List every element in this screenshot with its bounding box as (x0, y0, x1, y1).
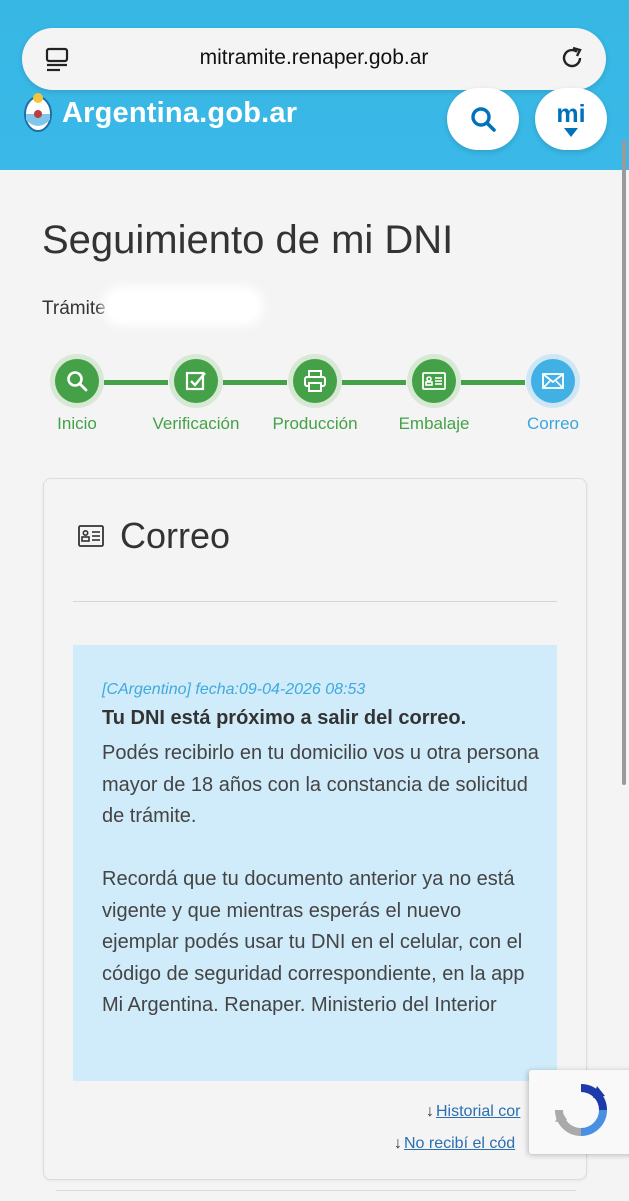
mail-icon (542, 373, 564, 389)
reload-icon[interactable] (558, 44, 586, 72)
no-recibi-link-text[interactable]: No recibí el cód (404, 1135, 515, 1152)
recaptcha-icon (555, 1084, 607, 1136)
browser-url-bar[interactable]: mitramite.renaper.gob.ar (22, 28, 606, 90)
id-card-icon (78, 525, 104, 547)
step-label: Embalaje (398, 414, 470, 433)
historial-link-text[interactable]: Historial cor (436, 1103, 520, 1120)
card-title: Correo (120, 515, 231, 556)
card-header: Correo (78, 515, 230, 557)
step-produccion: Producción (260, 354, 370, 434)
historial-link[interactable]: ↓ Historial cor (426, 1103, 520, 1121)
step-label: Inicio (57, 414, 97, 433)
search-button[interactable] (447, 88, 519, 150)
mi-label: mi (556, 100, 586, 128)
divider (73, 601, 557, 602)
step-label: Producción (272, 414, 358, 433)
tabs-icon[interactable] (44, 46, 70, 72)
coat-of-arms-icon (24, 93, 52, 132)
checkbox-icon (185, 371, 206, 391)
no-recibi-link[interactable]: ↓ No recibí el cód (394, 1135, 515, 1153)
caret-down-icon (564, 128, 578, 137)
id-card-icon (422, 372, 446, 390)
mi-argentina-button[interactable]: mi (535, 88, 607, 150)
printer-icon (304, 370, 326, 392)
search-icon (67, 371, 88, 392)
step-correo: Correo (498, 354, 608, 434)
arrow-down-icon: ↓ (394, 1135, 402, 1152)
notice-headline: Tu DNI está próximo a salir del correo. (102, 707, 467, 729)
status-card: Correo [CArgentino] fecha:09-04-2026 08:… (43, 478, 587, 1180)
site-header: mitramite.renaper.gob.ar Argentina.gob.a… (0, 0, 629, 170)
step-inicio: Inicio (22, 354, 132, 434)
notice-meta: [CArgentino] fecha:09-04-2026 08:53 (102, 681, 366, 698)
url-text[interactable]: mitramite.renaper.gob.ar (102, 46, 526, 70)
brand-logo[interactable]: Argentina.gob.ar (22, 88, 297, 138)
step-embalaje: Embalaje (379, 354, 489, 434)
recaptcha-badge[interactable] (529, 1070, 629, 1154)
progress-stepper: Inicio Verificación Producción Embalaje … (0, 354, 629, 444)
scrollbar[interactable] (622, 140, 626, 785)
step-verificacion: Verificación (141, 354, 251, 434)
search-icon (471, 107, 496, 132)
status-notice: [CArgentino] fecha:09-04-2026 08:53 Tu D… (73, 645, 557, 1081)
step-label: Correo (527, 414, 579, 433)
arrow-down-icon: ↓ (426, 1103, 434, 1120)
step-label: Verificación (152, 414, 240, 433)
page-title: Seguimiento de mi DNI (42, 218, 454, 262)
brand-name[interactable]: Argentina.gob.ar (62, 97, 297, 130)
next-card-edge (56, 1190, 576, 1201)
tramite-label: Trámite (42, 298, 106, 319)
redacted-tramite-number (108, 292, 258, 320)
notice-body: Podés recibirlo en tu domicilio vos u ot… (102, 742, 539, 1016)
